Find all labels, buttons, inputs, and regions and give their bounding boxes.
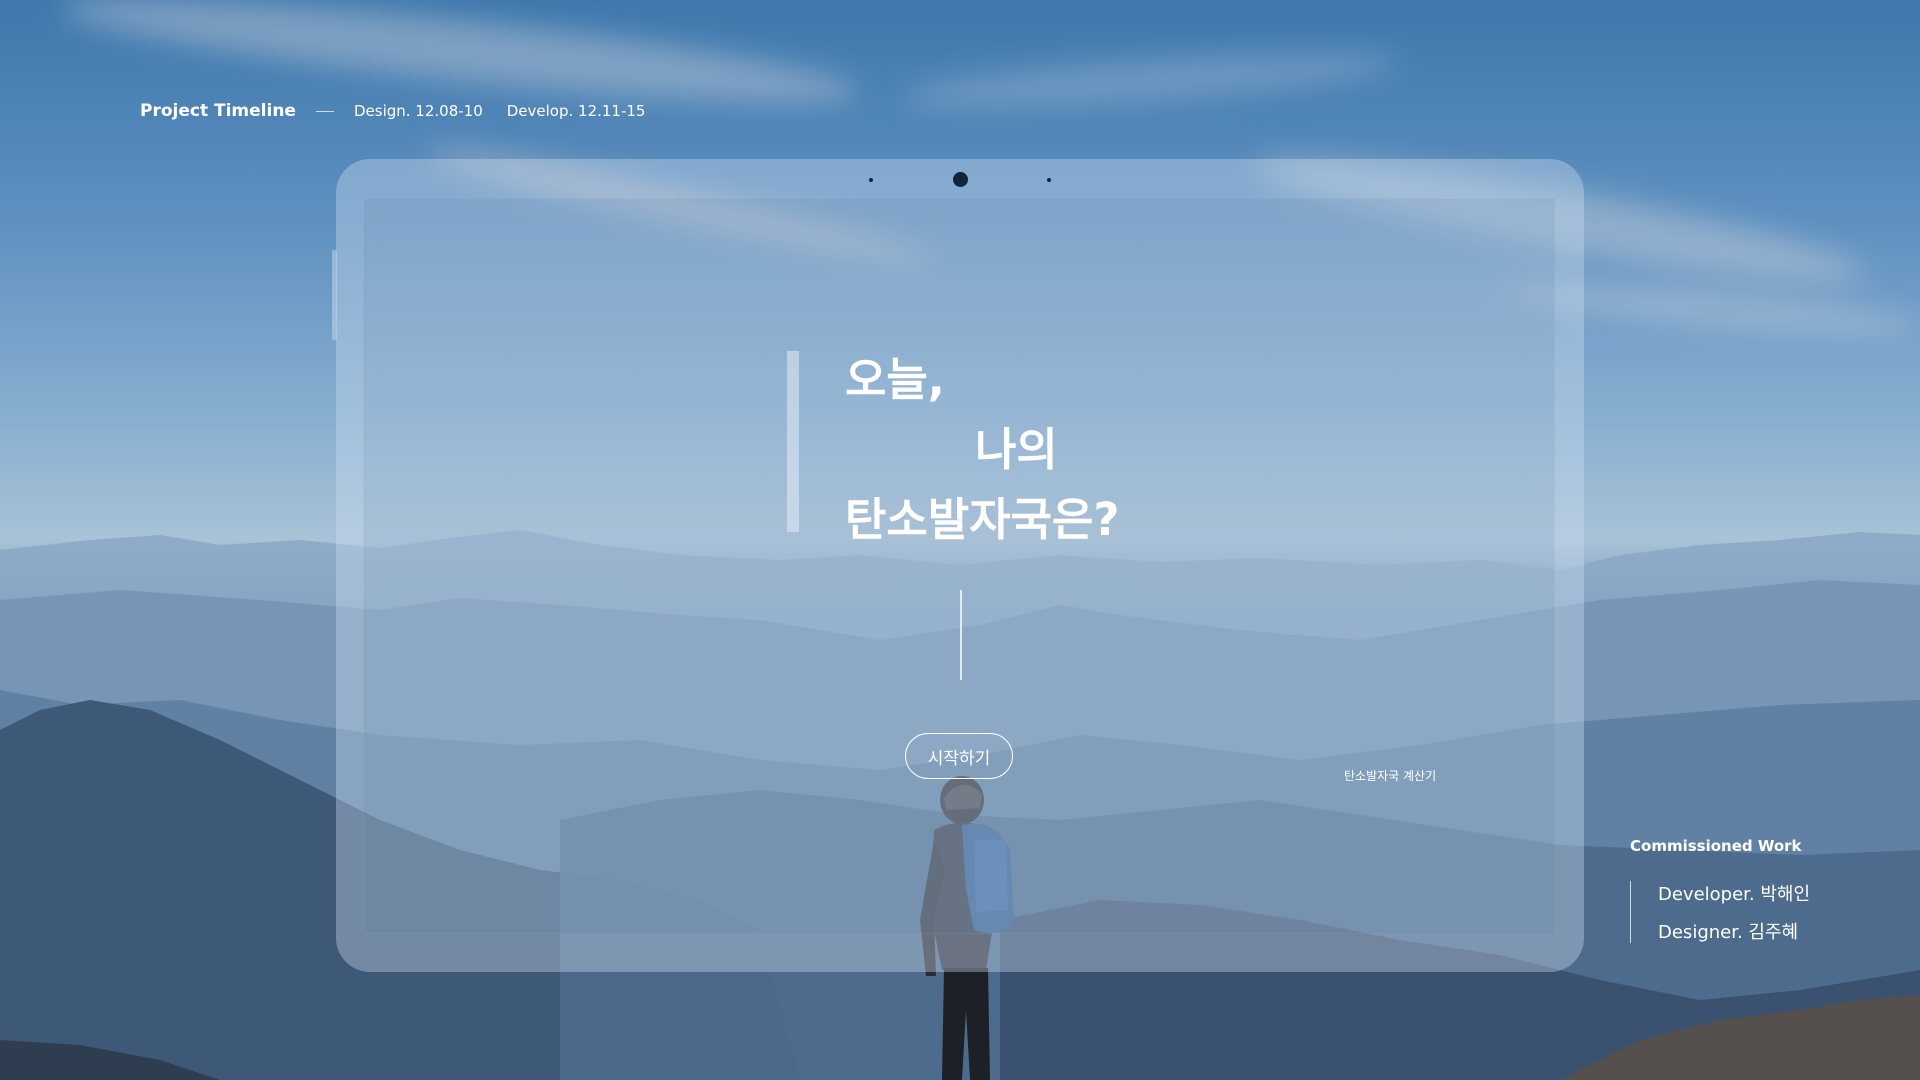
- timeline-develop: Develop. 12.11-15: [506, 102, 646, 120]
- landing-page: Project Timeline Design. 12.08-10 Develo…: [0, 0, 1920, 1080]
- headline-accent-bar: [787, 351, 799, 532]
- credits-divider: [1630, 881, 1631, 943]
- vertical-divider: [960, 590, 962, 680]
- headline-line-2: 나의: [975, 423, 1058, 476]
- sensor-dot-icon: [869, 178, 873, 182]
- headline-line-3: 탄소발자국은?: [845, 493, 1120, 546]
- sensor-dot-icon: [1047, 178, 1051, 182]
- timeline-title: Project Timeline: [140, 101, 296, 121]
- tablet-screen: [363, 198, 1555, 934]
- page-headline: 오늘, 나의 탄소발자국은?: [845, 345, 1120, 555]
- camera-icon: [953, 172, 968, 187]
- app-caption: 탄소발자국 계산기: [1344, 769, 1437, 783]
- credit-developer: Developer. 박해인: [1658, 884, 1811, 905]
- credits-title: Commissioned Work: [1630, 837, 1802, 855]
- headline-line-1: 오늘,: [845, 353, 945, 406]
- start-button[interactable]: 시작하기: [905, 733, 1013, 779]
- credit-designer: Designer. 김주혜: [1658, 922, 1799, 943]
- timeline-design: Design. 12.08-10: [353, 102, 483, 120]
- project-timeline: Project Timeline Design. 12.08-10 Develo…: [140, 98, 669, 124]
- timeline-separator: [315, 110, 334, 112]
